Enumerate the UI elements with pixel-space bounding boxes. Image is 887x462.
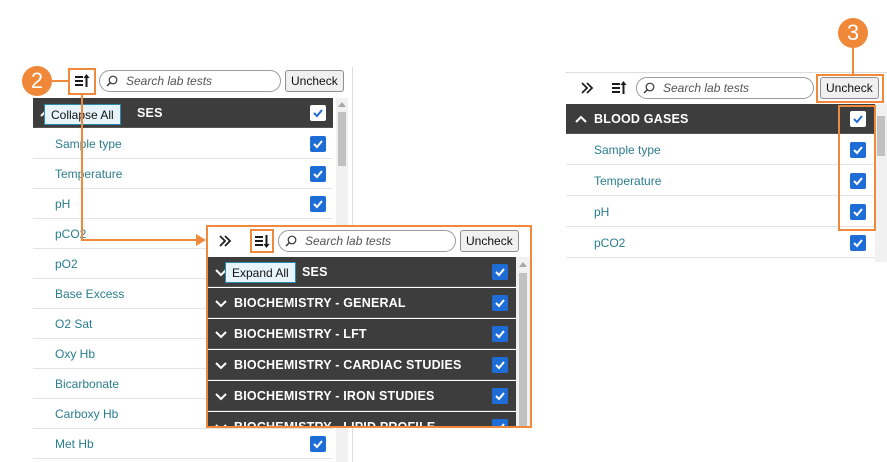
- step-3-badge: 3: [838, 18, 868, 48]
- list-item-label: Sample type: [55, 136, 122, 151]
- list-item-label: Base Excess: [55, 286, 125, 301]
- item-checkbox[interactable]: [850, 235, 866, 251]
- step-2-badge: 2: [22, 66, 52, 96]
- collapse-all-icon: [612, 81, 627, 94]
- chevron-up-icon: [575, 115, 587, 123]
- arrow-connector-vertical: [81, 95, 83, 240]
- chevron-down-icon: [215, 299, 227, 307]
- item-checkbox[interactable]: [310, 166, 326, 182]
- list-item-label: pH: [594, 204, 610, 219]
- group-header-label: BLOOD GASES: [594, 111, 689, 126]
- search-icon: [106, 75, 118, 87]
- group-header-label: BIOCHEMISTRY - GENERAL: [234, 295, 406, 310]
- list-item[interactable]: Temperature: [33, 159, 333, 189]
- list-item-label: Temperature: [55, 166, 123, 181]
- arrow-head-icon: [196, 234, 206, 246]
- group-header[interactable]: BIOCHEMISTRY - IRON STUDIES: [208, 381, 516, 411]
- group-header[interactable]: BIOCHEMISTRY - GENERAL: [208, 288, 516, 318]
- group-header-label: BIOCHEMISTRY - IRON STUDIES: [234, 388, 435, 403]
- middle-search-input[interactable]: [305, 234, 455, 248]
- collapse-all-button[interactable]: [608, 77, 630, 99]
- uncheck-button-highlight: [816, 74, 884, 103]
- middle-scroll-thumb[interactable]: [519, 273, 527, 426]
- list-item-label: Met Hb: [55, 436, 94, 451]
- group-checkbox[interactable]: [492, 295, 508, 311]
- expand-all-tooltip: Expand All: [225, 262, 296, 283]
- group-header-label: BIOCHEMISTRY - LIPID PROFILE: [234, 419, 436, 428]
- chevron-down-icon: [215, 423, 227, 426]
- list-item-label: Bicarbonate: [55, 376, 120, 391]
- group-header-label: BIOCHEMISTRY - CARDIAC STUDIES: [234, 357, 462, 372]
- list-item-label: Temperature: [594, 173, 662, 188]
- group-checkbox[interactable]: [492, 264, 508, 280]
- group-header-label: SES: [137, 105, 163, 120]
- right-search-box[interactable]: [636, 77, 814, 99]
- list-item[interactable]: pH: [566, 197, 875, 227]
- double-chevron-right-icon: [581, 82, 594, 94]
- item-checkbox[interactable]: [310, 436, 326, 452]
- search-icon: [285, 235, 297, 247]
- list-item[interactable]: Sample type: [566, 135, 875, 165]
- callout-2-connector: [52, 80, 69, 82]
- double-chevron-right-icon: [219, 235, 232, 247]
- list-item-label: pH: [55, 196, 71, 211]
- group-checkbox[interactable]: [492, 388, 508, 404]
- group-header-label: BIOCHEMISTRY - LFT: [234, 326, 367, 341]
- right-scroll-thumb[interactable]: [877, 116, 885, 156]
- list-item-label: O2 Sat: [55, 316, 93, 331]
- item-checkbox[interactable]: [310, 136, 326, 152]
- expand-panel-button[interactable]: [576, 77, 598, 99]
- group-header[interactable]: BIOCHEMISTRY - LIPID PROFILE: [208, 412, 516, 428]
- right-search-input[interactable]: [663, 81, 813, 95]
- checkbox-column-highlight: [838, 105, 876, 231]
- group-checkbox[interactable]: [310, 105, 326, 121]
- list-item[interactable]: pH: [33, 189, 333, 219]
- group-header[interactable]: BIOCHEMISTRY - CARDIAC STUDIES: [208, 350, 516, 380]
- chevron-down-icon: [215, 361, 227, 369]
- collapse-button-highlight: [68, 68, 96, 95]
- search-icon: [643, 82, 655, 94]
- group-checkbox[interactable]: [492, 419, 508, 426]
- list-item[interactable]: Sample type: [33, 129, 333, 159]
- chevron-down-icon: [215, 392, 227, 400]
- arrow-connector-horizontal: [81, 239, 198, 241]
- chevron-down-icon: [215, 330, 227, 338]
- left-search-input[interactable]: [126, 74, 280, 88]
- group-checkbox[interactable]: [492, 357, 508, 373]
- right-scrollbar[interactable]: [875, 104, 887, 262]
- middle-lab-panel: Uncheck SES BIOCHEMISTRY - GENERAL BIOCHE…: [206, 225, 532, 428]
- group-header-label: SES: [302, 264, 328, 279]
- group-checkbox[interactable]: [492, 326, 508, 342]
- list-item[interactable]: pCO2: [566, 228, 875, 258]
- list-item-label: Oxy Hb: [55, 346, 96, 361]
- scroll-up-arrow-icon[interactable]: [338, 101, 346, 107]
- middle-toolbar: Uncheck: [208, 227, 530, 255]
- expand-panel-button[interactable]: [214, 230, 236, 252]
- list-item-label: pO2: [55, 256, 78, 271]
- callout-3-connector: [852, 48, 854, 75]
- list-item-label: Sample type: [594, 142, 661, 157]
- group-header[interactable]: BIOCHEMISTRY - LFT: [208, 319, 516, 349]
- list-item[interactable]: Met Hb: [33, 429, 333, 459]
- scroll-up-arrow-icon[interactable]: [519, 261, 527, 267]
- list-item[interactable]: Temperature: [566, 166, 875, 196]
- middle-scrollbar[interactable]: [516, 257, 530, 426]
- list-item-label: pCO2: [594, 235, 626, 250]
- middle-uncheck-button[interactable]: Uncheck: [460, 230, 519, 252]
- left-scroll-thumb[interactable]: [338, 112, 346, 166]
- item-checkbox[interactable]: [310, 196, 326, 212]
- middle-search-box[interactable]: [278, 230, 456, 252]
- expand-all-button[interactable]: [250, 229, 274, 253]
- expand-all-icon: [255, 235, 270, 248]
- left-search-box[interactable]: [99, 70, 281, 92]
- left-uncheck-button[interactable]: Uncheck: [285, 70, 344, 92]
- list-item-label: Carboxy Hb: [55, 406, 119, 421]
